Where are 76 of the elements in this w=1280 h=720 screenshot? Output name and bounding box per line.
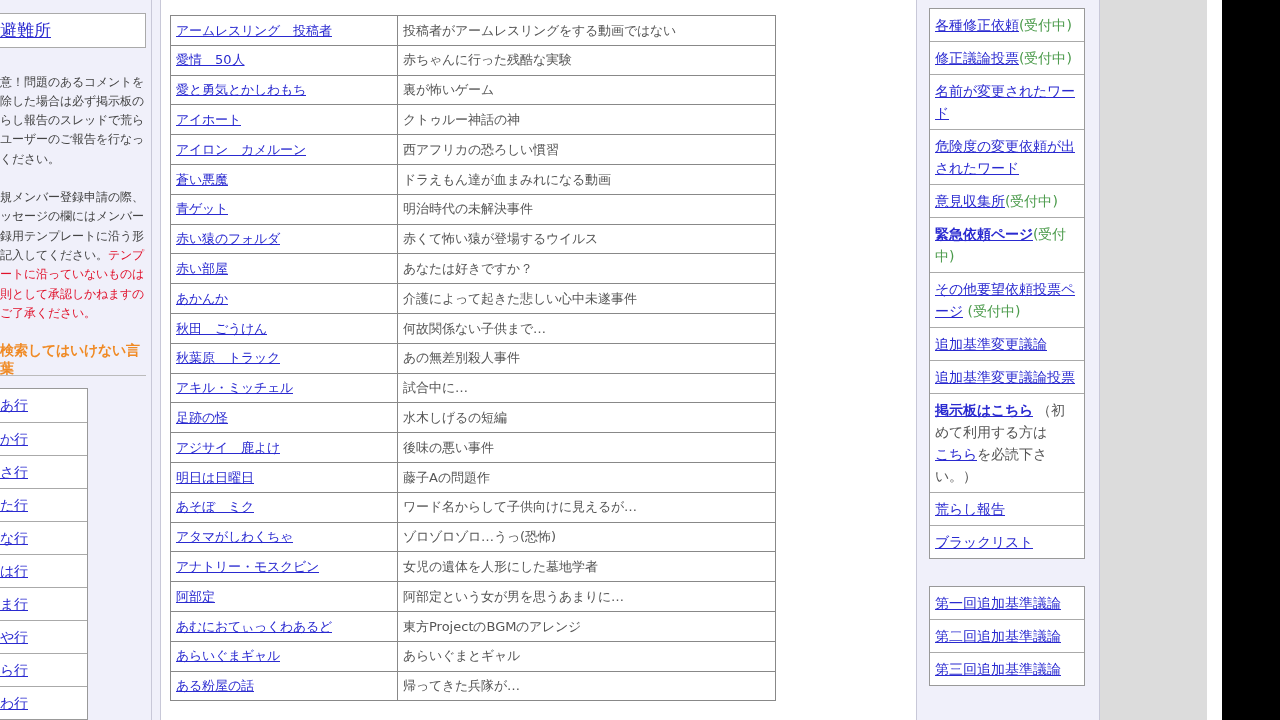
sidebar-link[interactable]: 追加基準変更議論 [935,333,1079,355]
index-link[interactable]: た行 [0,494,28,516]
sidebar-link[interactable]: 第一回追加基準議論 [935,592,1079,614]
table-cell: 帰ってきた兵隊が… [397,671,776,701]
word-link[interactable]: 阿部定 [176,588,215,604]
word-link[interactable]: アジサイ 鹿よけ [176,439,280,455]
table-cell: あの無差別殺人事件 [397,343,776,374]
sidebar-link[interactable]: その他要望依頼投票ページ (受付中) [935,278,1079,322]
table-cell: ワード名からして子供向けに見えるが… [397,492,776,523]
table-cell: 後味の悪い事件 [397,432,776,463]
word-link[interactable]: アイロン カメルーン [176,141,306,157]
sidebar-link[interactable]: 第二回追加基準議論 [935,625,1079,647]
sidebar-link[interactable]: 各種修正依頼(受付中) [935,14,1079,36]
word-link[interactable]: 足跡の怪 [176,410,228,425]
index-link[interactable]: は行 [0,560,28,582]
word-link[interactable]: 赤い猿のフォルダ [176,231,280,247]
sidebar-link[interactable]: 危険度の変更依頼が出されたワード [935,135,1079,179]
sidebar-link[interactable]: ブラックリスト [935,531,1079,553]
index-link[interactable]: さ行 [0,461,28,483]
table-cell: 女児の遺体を人形にした墓地学者 [397,551,776,582]
notice-text: 規メンバー登録申請の際、 ッセージの欄にはメンバー 録用テンプレートに沿う形 記入してください。テンプ ートに沿っていないものは 則として承認しかねますの ご了承ください。 [0,189,146,322]
table-cell: クトゥルー神話の神 [397,104,776,135]
word-link[interactable]: アタマがしわくちゃ [176,529,293,545]
word-link[interactable]: 赤い部屋 [176,261,228,276]
sidebar-link[interactable]: 第三回追加基準議論 [935,658,1079,680]
index-link[interactable]: わ行 [0,692,28,714]
word-link[interactable]: 蒼い悪魔 [176,171,228,187]
word-link[interactable]: あらいぐまギャル [176,648,280,664]
notice-text: 意！問題のあるコメントを 除した場合は必ず掲示板の らし報告のスレッドで荒ら ユーザーのご報告を行なっ ください。 [0,73,145,168]
index-link[interactable]: あ行 [0,395,28,416]
sidebar-link[interactable]: 掲示板はこちら [935,402,1033,418]
sidebar-link[interactable]: 修正議論投票(受付中) [935,47,1079,69]
table-cell: 赤くて怖い猿が登場するウイルス [397,224,776,254]
word-link[interactable]: 秋葉原 トラック [176,350,280,366]
table-cell: ゾロゾロゾロ…うっ(恐怖) [397,522,776,552]
index-link[interactable]: ま行 [0,593,28,615]
word-link[interactable]: アイホート [176,112,241,128]
table-cell: 水木しげるの短編 [397,402,776,433]
table-cell: 明治時代の未解決事件 [397,194,776,225]
word-link[interactable]: 秋田 ごうけん [176,320,267,336]
word-link[interactable]: アナトリー・モスクビン [176,559,319,574]
table-cell: 阿部定という女が男を思うあまりに… [397,581,776,612]
word-link[interactable]: 青ゲット [176,201,228,217]
word-link[interactable]: あそぼ ミク [176,499,254,515]
table-cell: 何故関係ない子供まで… [397,313,776,344]
notice-text: 掲示板はこちら （初めて利用する方は こちら を必読下さい。） [935,401,1067,486]
word-link[interactable]: あむにおてぃっくわあるど [176,618,332,634]
table-cell: ドラえもん達が血まみれになる動画 [397,164,776,195]
sidebar-link[interactable]: こちら [935,446,977,462]
word-link[interactable]: 明日は日曜日 [176,469,254,485]
table-cell: 投稿者がアームレスリングをする動画ではない [397,15,776,46]
table-cell: 東方ProjectのBGMのアレンジ [397,611,776,642]
table-cell: 試合中に… [397,373,776,403]
word-link[interactable]: アームレスリング 投稿者 [176,22,332,38]
word-link[interactable]: ある粉屋の話 [176,678,254,694]
table-cell: 赤ちゃんに行った残酷な実験 [397,45,776,76]
word-link[interactable]: 愛と勇気とかしわもち [176,82,306,98]
word-link[interactable]: アキル・ミッチェル [176,380,293,396]
sidebar-link[interactable]: 意見収集所(受付中) [935,190,1079,212]
word-link[interactable]: あかんか [176,290,228,306]
table-cell: 藤子Aの問題作 [397,462,776,493]
sidebar-link[interactable]: 荒らし報告 [935,498,1079,520]
sidebar-link[interactable]: 緊急依頼ページ(受付中) [935,223,1079,267]
index-link[interactable]: ら行 [0,659,28,681]
table-cell: 西アフリカの恐ろしい慣習 [397,134,776,165]
sidebar-link[interactable]: 名前が変更されたワード [935,80,1079,124]
table-cell: 介護によって起きた悲しい心中未遂事件 [397,283,776,314]
sidebar-link[interactable]: 追加基準変更議論投票 [935,366,1079,388]
table-cell: あなたは好きですか？ [397,253,776,284]
index-link[interactable]: な行 [0,527,28,549]
table-cell: 裏が怖いゲーム [397,75,776,105]
index-link[interactable]: や行 [0,626,28,648]
index-link[interactable]: か行 [0,428,28,450]
word-link[interactable]: 愛情 50人 [176,52,245,68]
table-cell: あらいぐまとギャル [397,641,776,672]
section-heading: 検索してはいけない言 葉 [0,341,146,376]
